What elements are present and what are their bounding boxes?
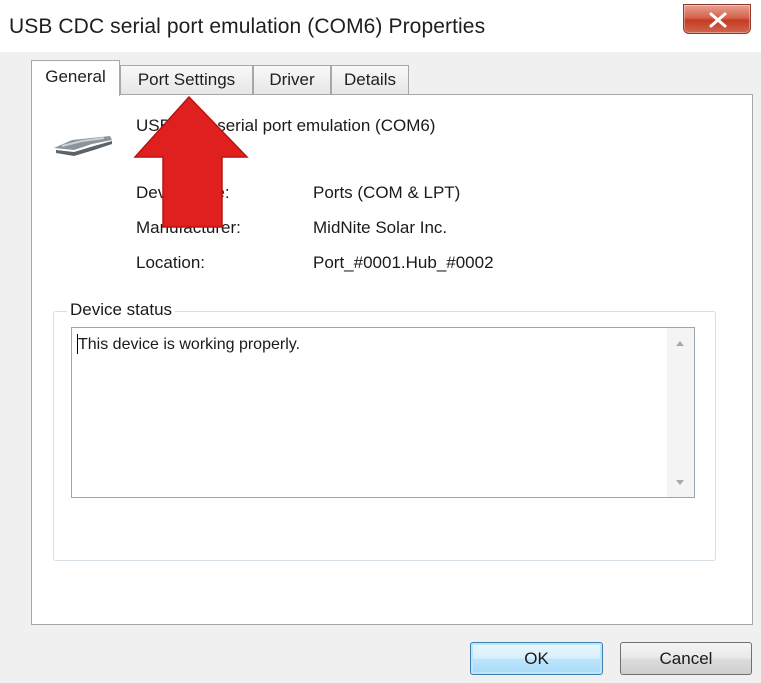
title-bar: USB CDC serial port emulation (COM6) Pro… bbox=[0, 0, 761, 52]
window-title: USB CDC serial port emulation (COM6) Pro… bbox=[9, 15, 486, 38]
tab-general[interactable]: General bbox=[31, 60, 120, 96]
usb-cable-icon bbox=[52, 130, 116, 163]
device-status-text: This device is working properly. bbox=[78, 336, 301, 353]
manufacturer-value: MidNite Solar Inc. bbox=[313, 218, 448, 237]
close-icon bbox=[709, 12, 727, 28]
device-status-caption: Device status bbox=[67, 300, 176, 320]
scroll-down-icon[interactable] bbox=[676, 480, 684, 485]
scroll-up-icon[interactable] bbox=[676, 341, 684, 346]
ok-button[interactable]: OK bbox=[470, 642, 603, 675]
tab-driver[interactable]: Driver bbox=[253, 65, 331, 94]
tab-port-settings[interactable]: Port Settings bbox=[120, 65, 253, 94]
status-scrollbar[interactable] bbox=[667, 328, 694, 497]
properties-dialog: USB CDC serial port emulation (COM6) Pro… bbox=[0, 0, 761, 683]
close-button[interactable] bbox=[683, 4, 751, 34]
tab-details[interactable]: Details bbox=[331, 65, 409, 94]
location-label: Location: bbox=[136, 253, 205, 272]
red-up-arrow-icon bbox=[131, 95, 251, 235]
cancel-button[interactable]: Cancel bbox=[620, 642, 752, 675]
device-type-value: Ports (COM & LPT) bbox=[313, 183, 461, 202]
location-value: Port_#0001.Hub_#0002 bbox=[313, 253, 494, 272]
device-status-textbox[interactable]: This device is working properly. bbox=[71, 327, 695, 498]
